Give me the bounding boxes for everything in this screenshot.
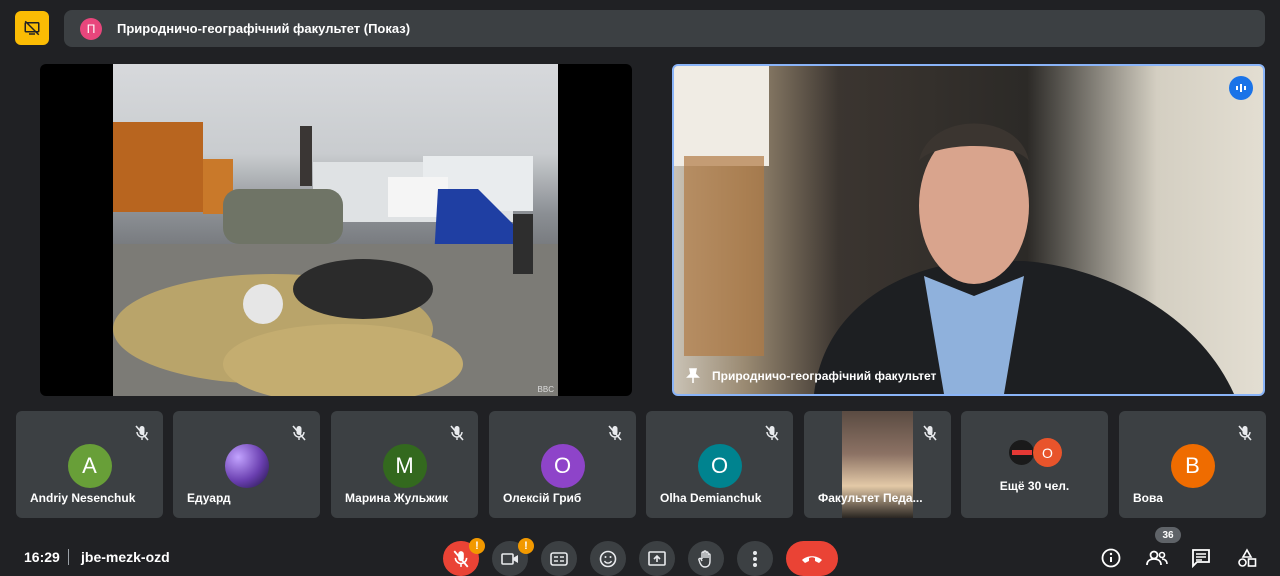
- more-participants-label: Ещё 30 чел.: [999, 479, 1070, 493]
- captions-button[interactable]: [541, 541, 577, 576]
- camera-off-icon: [501, 552, 518, 565]
- presentation-tile[interactable]: BBC: [40, 64, 632, 396]
- more-vert-icon: [753, 550, 757, 567]
- participant-name: Olha Demianchuk: [660, 491, 762, 505]
- camera-warning-icon: !: [518, 538, 534, 554]
- more-participants-tile[interactable]: О Ещё 30 чел.: [961, 411, 1108, 518]
- participant-tile[interactable]: A Andriy Nesenchuk: [16, 411, 163, 518]
- activities-button[interactable]: [1235, 547, 1259, 569]
- participant-name: Едуард: [187, 491, 231, 505]
- present-now-button[interactable]: [639, 541, 675, 576]
- reactions-button[interactable]: [590, 541, 626, 576]
- more-options-button[interactable]: [737, 541, 773, 576]
- leave-call-button[interactable]: [786, 541, 838, 576]
- people-button[interactable]: [1144, 547, 1170, 569]
- participant-avatar: A: [67, 444, 112, 488]
- phone-hangup-icon: [802, 555, 822, 563]
- participant-name: Марина Жульжик: [345, 491, 449, 505]
- participant-name: Вова: [1133, 491, 1163, 505]
- info-icon: [1101, 548, 1121, 568]
- participant-avatar-image: [224, 444, 269, 488]
- raise-hand-button[interactable]: [688, 541, 724, 576]
- photo-credit: BBC: [537, 385, 554, 394]
- mic-off-icon: [765, 425, 779, 441]
- mic-off-icon: [450, 425, 464, 441]
- mic-off-icon: [923, 425, 937, 441]
- divider: [68, 549, 69, 565]
- chat-icon: [1192, 549, 1210, 568]
- hand-icon: [698, 549, 711, 568]
- square-scene-image: [113, 122, 558, 396]
- participant-tile[interactable]: O Олексій Гриб: [489, 411, 636, 518]
- participant-count-badge: 36: [1155, 527, 1181, 543]
- meeting-details-button[interactable]: [1099, 547, 1123, 569]
- speaker-tile[interactable]: Природничо-географічний факультет: [672, 64, 1265, 396]
- speaker-video: [674, 66, 1234, 394]
- present-screen-icon: [648, 551, 666, 566]
- chat-button[interactable]: [1189, 547, 1213, 569]
- speaking-indicator-icon: [1229, 76, 1253, 100]
- participant-avatar: O: [540, 444, 585, 488]
- participant-tile[interactable]: B Вова: [1119, 411, 1266, 518]
- presenting-banner: П Природничо-географічний факультет (Пок…: [64, 10, 1265, 47]
- clock: 16:29: [24, 549, 60, 565]
- speaker-name: Природничо-географічний факультет: [712, 369, 937, 383]
- stop-presenting-button[interactable]: [15, 11, 49, 45]
- participant-avatar-image: [1007, 438, 1036, 467]
- mic-warning-icon: !: [469, 538, 485, 554]
- pin-icon[interactable]: [686, 368, 700, 384]
- participant-tile[interactable]: Факультет Педа...: [804, 411, 951, 518]
- participant-tile[interactable]: M Марина Жульжик: [331, 411, 478, 518]
- captions-icon: [550, 551, 568, 566]
- speaker-name-label: Природничо-географічний факультет: [686, 368, 936, 384]
- presenter-title: Природничо-географічний факультет (Показ…: [117, 21, 411, 36]
- meeting-code: jbe-mezk-ozd: [81, 549, 170, 565]
- mic-off-icon: [135, 425, 149, 441]
- people-icon: [1146, 550, 1168, 566]
- participant-avatar: B: [1170, 444, 1215, 488]
- microphone-button[interactable]: !: [443, 538, 485, 576]
- participant-name: Факультет Педа...: [818, 491, 923, 505]
- presenter-avatar: П: [80, 17, 102, 40]
- participant-avatar: О: [1033, 438, 1062, 467]
- mic-off-icon: [453, 550, 469, 567]
- activities-icon: [1238, 548, 1257, 567]
- participant-name: Олексій Гриб: [503, 491, 582, 505]
- meet-window: П Природничо-географічний факультет (Пок…: [0, 0, 1280, 576]
- participant-tile[interactable]: Едуард: [173, 411, 320, 518]
- participant-name: Andriy Nesenchuk: [30, 491, 136, 505]
- mic-off-icon: [608, 425, 622, 441]
- emoji-icon: [599, 550, 617, 567]
- mic-off-icon: [292, 425, 306, 441]
- participant-tile[interactable]: O Olha Demianchuk: [646, 411, 793, 518]
- camera-button[interactable]: !: [492, 538, 534, 576]
- participant-avatar: M: [382, 444, 427, 488]
- presented-photo: BBC: [113, 64, 558, 396]
- presentation-off-icon: [24, 20, 40, 36]
- mic-off-icon: [1238, 425, 1252, 441]
- participant-avatar: O: [697, 444, 742, 488]
